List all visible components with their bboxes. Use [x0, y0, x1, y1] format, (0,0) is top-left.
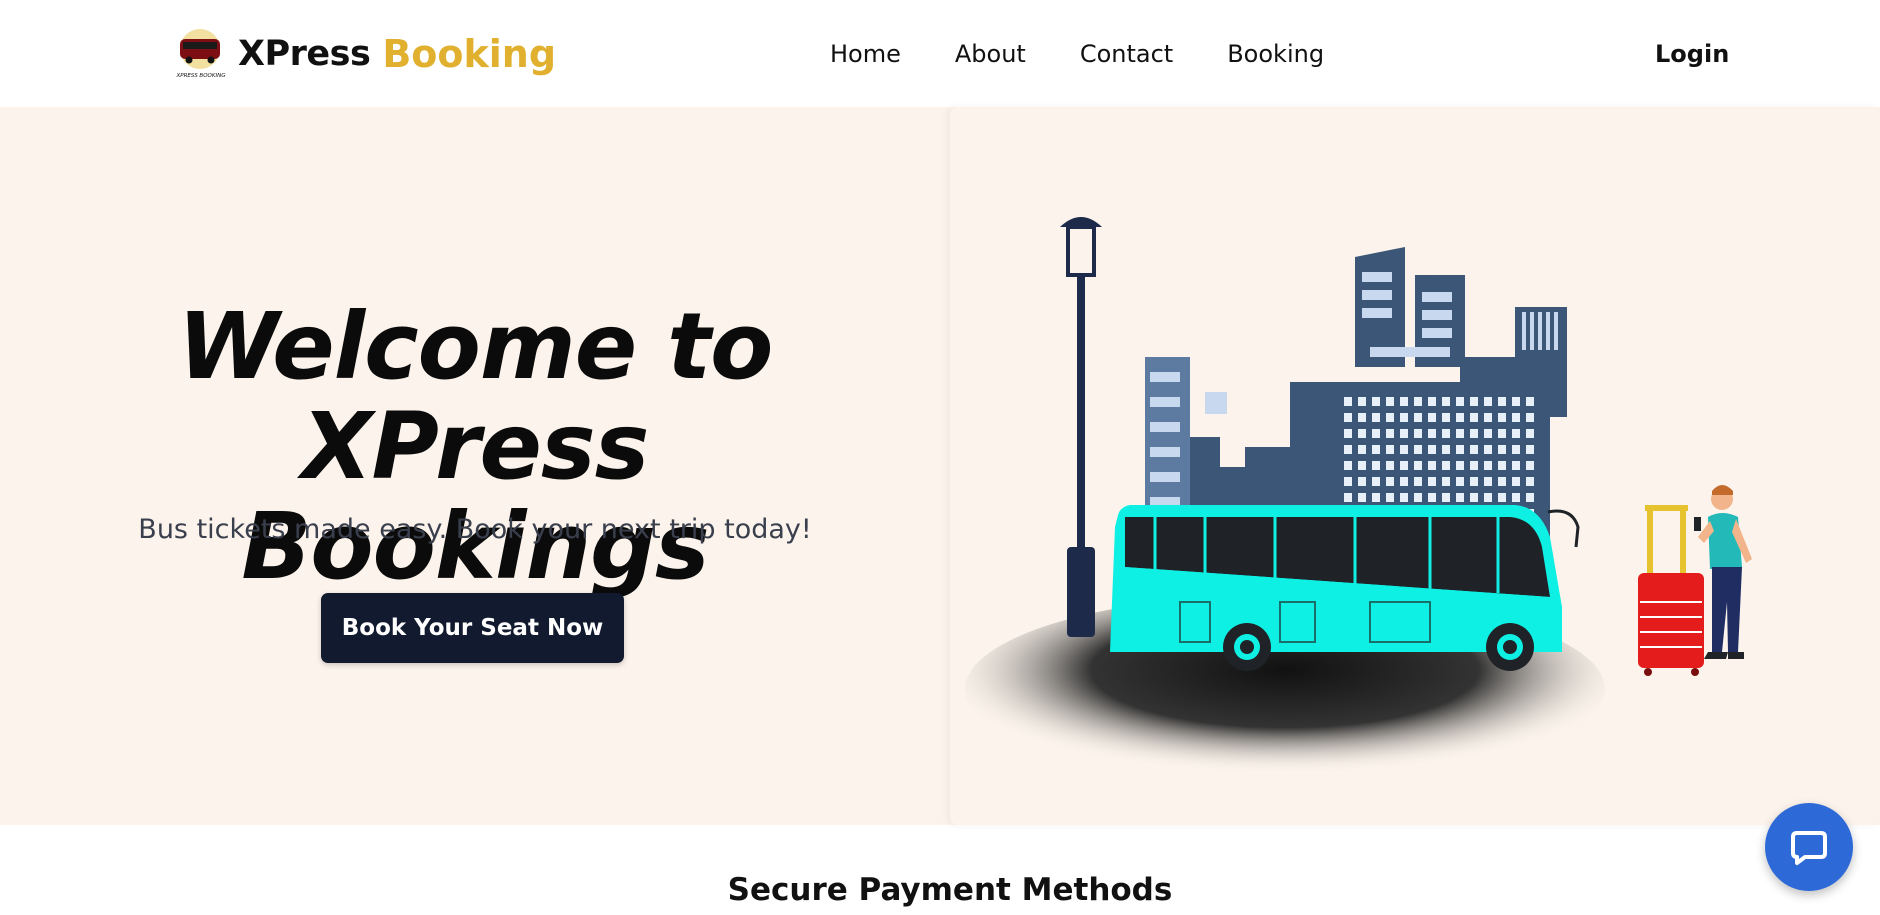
nav-about[interactable]: About: [955, 36, 1026, 72]
brand-link[interactable]: XPRESS BOOKING XPress Booking: [174, 24, 556, 84]
main-nav: Home About Contact Booking: [830, 36, 1378, 72]
hero-title-line2: Bookings: [241, 493, 709, 600]
payment-methods-title: Secure Payment Methods: [727, 872, 1173, 908]
brand-name: XPress: [238, 34, 371, 74]
hero-subtitle: Bus tickets made easy. Book your next tr…: [138, 514, 812, 545]
login-link[interactable]: Login: [1655, 36, 1729, 72]
nav-home[interactable]: Home: [830, 36, 901, 72]
hero-title-line1: Welcome to XPress: [177, 293, 774, 500]
bus-city-illustration: [965, 217, 1752, 784]
street-lamp: [1060, 217, 1102, 637]
nav-booking[interactable]: Booking: [1227, 36, 1324, 72]
logo-text: XPRESS BOOKING: [176, 73, 226, 79]
building-grid-windows: [1340, 397, 1540, 517]
hero-section: Welcome to XPress Bookings Bus tickets m…: [0, 107, 1880, 825]
chat-button[interactable]: [1765, 803, 1853, 891]
book-seat-button[interactable]: Book Your Seat Now: [321, 593, 624, 663]
brand-logo: XPRESS BOOKING: [176, 29, 226, 79]
hero-illustration-panel: [950, 107, 1880, 825]
hero-title: Welcome to XPress Bookings: [10, 297, 940, 597]
hero-text-panel: Welcome to XPress Bookings Bus tickets m…: [0, 107, 950, 825]
bus: [1110, 505, 1580, 671]
brand-accent: Booking: [382, 32, 557, 76]
chat-bubble-icon: [1791, 831, 1827, 865]
site-header: XPRESS BOOKING XPress Booking Home About…: [0, 0, 1880, 107]
nav-contact[interactable]: Contact: [1080, 36, 1173, 72]
